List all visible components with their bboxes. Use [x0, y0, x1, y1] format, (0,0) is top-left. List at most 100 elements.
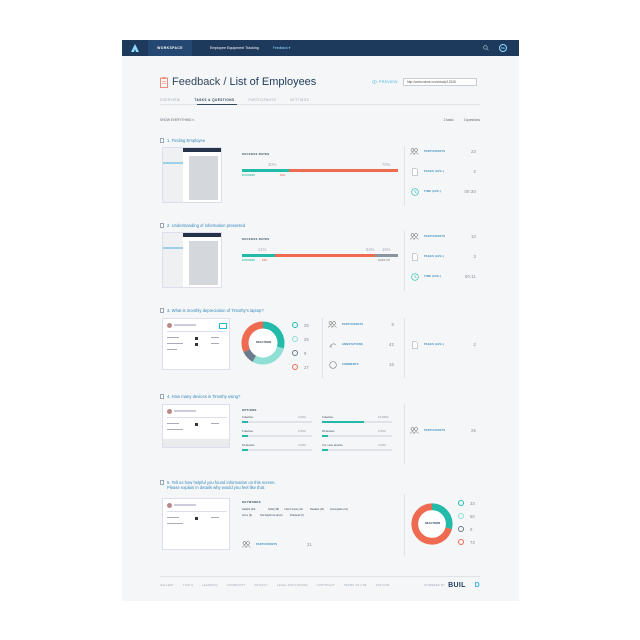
reaction-item: 50 — [458, 513, 475, 519]
fail-percent: 64% — [366, 247, 375, 252]
tab-overview[interactable]: OVERVIEW — [160, 98, 180, 102]
footer-link-community[interactable]: COMMUNITY — [227, 584, 246, 587]
footer-link-learning[interactable]: LEARNING — [202, 584, 218, 587]
pages-metric: PAGES (AVG.) 3 — [410, 252, 476, 261]
footer-link-tools[interactable]: TOOLS — [183, 584, 193, 587]
reaction-item: 73 — [458, 539, 475, 545]
page-icon — [410, 252, 419, 261]
comments-metric: COMMENTS 16 — [328, 360, 394, 369]
reaction-item: 27 — [292, 364, 309, 370]
keyword-tag[interactable]: Helpful (33) — [242, 508, 255, 511]
footer-divider — [160, 576, 480, 577]
gave-up-bar — [374, 254, 398, 257]
keyword-tag[interactable]: I don't know (11) — [284, 508, 303, 511]
participants-metric: PARTICIPANTS 23 — [410, 147, 476, 156]
footer-link-copyright[interactable]: COPYRIGHT — [317, 584, 335, 587]
participants-icon — [242, 540, 251, 549]
question-screenshot[interactable] — [162, 404, 230, 448]
search-icon[interactable] — [483, 45, 489, 51]
participants-metric: PARTICIPANTS 8 — [328, 320, 394, 329]
fail-label: FAIL — [280, 174, 286, 177]
preview-button[interactable]: PREVIEW — [372, 80, 398, 84]
keywords-label: KEYWORDS — [242, 500, 261, 504]
option-label: 0 or more devices — [322, 444, 343, 447]
participants-icon — [410, 147, 419, 156]
task-screenshot[interactable] — [162, 147, 222, 203]
success-percent: 30% — [268, 162, 277, 167]
question-screenshot[interactable] — [162, 498, 230, 550]
keyword-tag[interactable]: Incomplete (11) — [330, 508, 348, 511]
keyword-tag[interactable]: Hmm (9) — [242, 514, 252, 517]
build-logo-icon[interactable] — [122, 40, 148, 56]
option-track — [322, 435, 392, 437]
option-label: 0 devices — [242, 416, 253, 419]
participants-icon — [410, 232, 419, 241]
breadcrumb-project[interactable]: Employee Equipment Tracking — [210, 46, 259, 50]
option-track — [322, 449, 392, 451]
question-title[interactable]: 3. What is monthly depreciation of Timot… — [160, 308, 480, 313]
reaction-count: 73 — [470, 539, 475, 545]
annotations-metric: ANNOTATIONS 42 — [328, 340, 394, 349]
footer-link-terms[interactable]: TERMS OF USE — [344, 584, 367, 587]
fail-label: FAIL — [262, 259, 268, 262]
option-count: 0 (0%) — [298, 444, 306, 447]
task-card-2: 2. Understanding of information presente… — [160, 223, 480, 293]
task-title[interactable]: 2. Understanding of information presente… — [160, 223, 480, 228]
tab-settings[interactable]: SETTINGS — [290, 98, 309, 102]
page-icon — [410, 340, 419, 349]
show-everything-dropdown[interactable]: SHOW EVERYTHING ▾ — [160, 118, 194, 122]
workspace-button[interactable]: WORKSPACE — [148, 40, 192, 56]
success-label: SUCCESS — [242, 259, 255, 262]
question-screenshot[interactable] — [162, 318, 230, 370]
reaction-face-icon — [292, 336, 298, 342]
page-icon — [160, 480, 164, 485]
question-title[interactable]: 4. How many devices is Timothy using? — [160, 394, 480, 399]
participants-metric: PARTICIPANTS 21 — [242, 540, 312, 549]
footer-link-sap[interactable]: SAP.COM — [376, 584, 390, 587]
pages-metric: PAGES (AVG.) 2 — [410, 340, 476, 349]
fail-bar — [288, 169, 398, 172]
reaction-item: 33 — [458, 500, 475, 506]
footer-link-privacy[interactable]: PRIVACY — [255, 584, 268, 587]
option-fill — [322, 449, 328, 451]
study-url-field[interactable]: http://www.name.com/study/12345 — [403, 78, 477, 86]
participants-metric: PARTICIPANTS 25 — [410, 426, 476, 435]
option-label: 5 devices — [242, 430, 253, 433]
keyword-tag[interactable]: Solid (18) — [268, 508, 279, 511]
clock-icon — [410, 272, 419, 281]
reaction-face-icon — [292, 322, 298, 328]
reaction-count: 25 — [304, 336, 309, 342]
footer-link-legal[interactable]: LEGAL DISCLOSURE — [277, 584, 308, 587]
page-icon — [160, 308, 164, 313]
breadcrumb-feedback[interactable]: Feedback ▾ — [273, 46, 291, 50]
clipboard-icon — [160, 76, 168, 88]
clock-icon — [410, 187, 419, 196]
reaction-face-icon — [458, 539, 464, 545]
success-label: SUCCESS — [242, 174, 255, 177]
option-track — [242, 421, 312, 423]
question-title[interactable]: 5. Tell us how helpful you found informa… — [160, 480, 480, 490]
page-icon — [160, 138, 164, 143]
reaction-count: 27 — [304, 364, 309, 370]
success-bar — [242, 169, 289, 172]
keyword-tag[interactable]: Needed (11) — [310, 508, 324, 511]
keyword-tag[interactable]: Not helpful at all (2) — [260, 514, 283, 517]
reaction-face-icon — [292, 364, 298, 370]
tab-tasks-questions[interactable]: TASKS & QUESTIONS — [194, 98, 234, 102]
option-count: 0 (0%) — [298, 416, 306, 419]
build-wordmark[interactable]: BUIL D — [448, 582, 480, 589]
footer-link-gallery[interactable]: GALLERY — [160, 584, 174, 587]
reaction-count: 33 — [470, 500, 475, 506]
time-metric: TIME (AVG.) 00:11 — [410, 272, 476, 281]
option-count: 0 (0%) — [298, 430, 306, 433]
keyword-tag[interactable]: Practical (2) — [290, 514, 304, 517]
task-title[interactable]: 1. Finding Employee — [160, 138, 480, 143]
participants-metric: PARTICIPANTS 10 — [410, 232, 476, 241]
options-label: OPTIONS — [242, 408, 257, 412]
pages-metric: PAGES (AVG.) 2 — [410, 167, 476, 176]
reactions-label: REACTIONS — [425, 522, 441, 525]
user-avatar[interactable]: BE — [499, 44, 507, 52]
time-metric: TIME (AVG.) 00:30 — [410, 187, 476, 196]
tab-participants[interactable]: PARTICIPANTS — [249, 98, 276, 102]
task-screenshot[interactable] — [162, 232, 222, 288]
